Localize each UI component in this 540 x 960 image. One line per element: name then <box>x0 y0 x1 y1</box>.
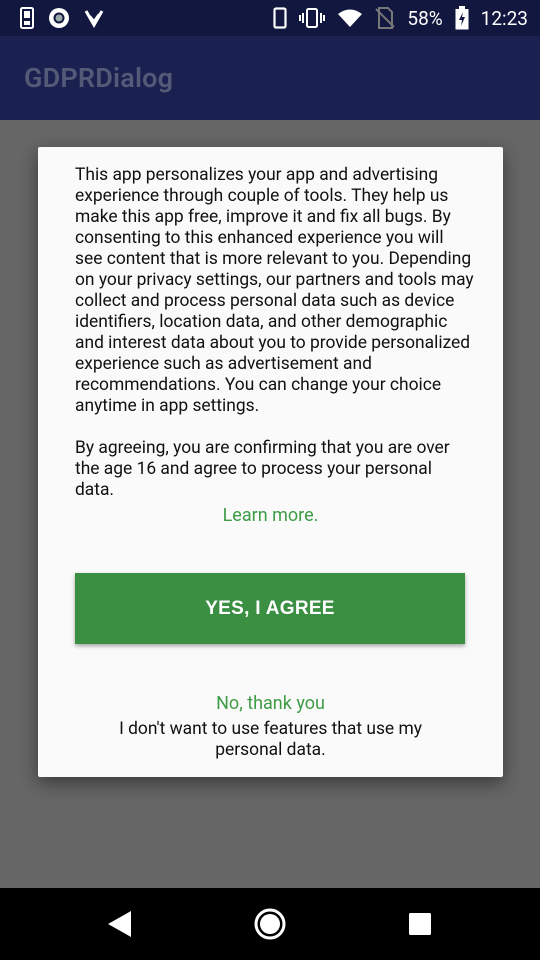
consent-paragraph-1: This app personalizes your app and adver… <box>75 165 474 416</box>
gdpr-consent-dialog: This app personalizes your app and adver… <box>38 147 503 777</box>
navigation-bar <box>0 888 540 960</box>
dialog-body: This app personalizes your app and adver… <box>75 165 475 501</box>
back-icon[interactable] <box>108 911 131 937</box>
clock: 12:23 <box>480 6 528 30</box>
home-icon[interactable] <box>254 908 286 940</box>
wifi-icon <box>337 8 363 28</box>
battery-charging-icon <box>455 6 469 30</box>
app-bar: GDPRDialog <box>0 36 540 120</box>
app-title: GDPRDialog <box>24 62 174 94</box>
status-bar: 58% 12:23 <box>0 0 540 36</box>
download-check-icon <box>84 8 104 28</box>
decline-description: I don't want to use features that use my… <box>119 719 422 760</box>
vibrate-icon <box>299 7 326 29</box>
recents-icon[interactable] <box>409 913 431 935</box>
consent-paragraph-2: By agreeing, you are confirming that you… <box>75 438 450 500</box>
decline-link[interactable]: No, thank you <box>38 693 503 714</box>
no-sim-icon <box>375 7 396 29</box>
phone-icon <box>273 7 287 29</box>
agree-button[interactable]: YES, I AGREE <box>75 573 465 644</box>
circle-app-icon <box>48 7 70 29</box>
sim-card-icon <box>20 7 34 29</box>
learn-more-link[interactable]: Learn more. <box>38 505 503 526</box>
battery-percent: 58% <box>407 6 443 30</box>
